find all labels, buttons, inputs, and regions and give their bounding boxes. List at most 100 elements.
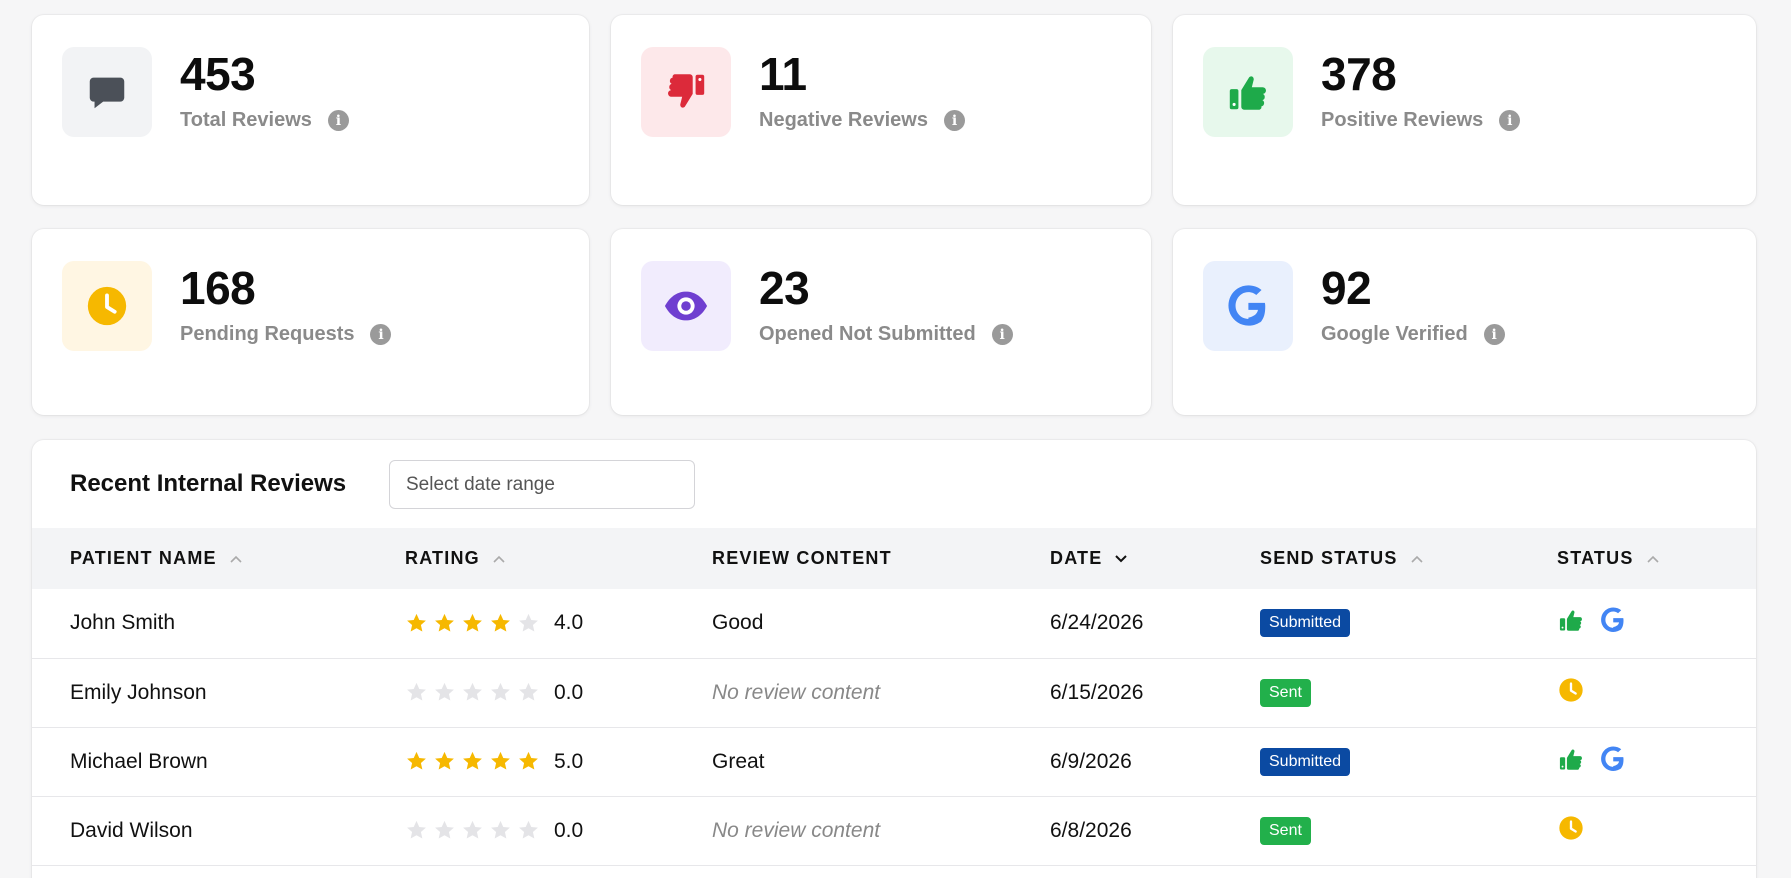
star-icon <box>433 750 456 773</box>
date-range-input[interactable] <box>389 460 695 509</box>
star-icon <box>489 681 512 704</box>
column-header[interactable]: REVIEW CONTENT <box>712 528 1050 589</box>
column-header[interactable]: DATE <box>1050 528 1260 589</box>
stat-label-text: Opened Not Submitted <box>759 323 976 345</box>
stats-grid: 453 Total Reviews i 11 Negative Reviews … <box>32 15 1756 415</box>
stat-value: 23 <box>759 262 810 314</box>
column-header[interactable]: PATIENT NAME <box>32 528 405 589</box>
star-rating <box>405 612 540 635</box>
star-icon <box>461 612 484 635</box>
stat-card-total-reviews: 453 Total Reviews i <box>32 15 589 205</box>
stat-label-text: Negative Reviews <box>759 109 928 131</box>
stat-label: Positive Reviews i <box>1321 109 1521 132</box>
chevron-up-icon[interactable] <box>1410 554 1424 564</box>
clock-icon <box>1557 814 1585 842</box>
column-header-label: REVIEW CONTENT <box>712 548 892 568</box>
rating-value: 0.0 <box>554 680 584 704</box>
stat-icon-box <box>641 261 731 351</box>
stat-icon-box <box>1203 261 1293 351</box>
info-icon[interactable]: i <box>1499 110 1521 131</box>
stat-label-text: Google Verified <box>1321 323 1468 345</box>
column-header-label: STATUS <box>1557 548 1634 568</box>
star-icon <box>433 819 456 842</box>
stat-card-opened-not-submitted: 23 Opened Not Submitted i <box>611 229 1151 415</box>
thumbs-up-icon <box>1557 606 1585 634</box>
google-icon <box>1599 745 1627 773</box>
star-icon <box>405 750 428 773</box>
chevron-up-icon[interactable] <box>1646 554 1660 564</box>
review-content: Great <box>712 749 765 773</box>
star-icon <box>489 750 512 773</box>
info-icon[interactable]: i <box>327 110 349 131</box>
chevron-up-icon[interactable] <box>229 554 243 564</box>
chevron-down-icon[interactable] <box>1114 554 1128 564</box>
send-status-badge: Sent <box>1260 816 1311 845</box>
rating-cell: 0.0 <box>405 658 712 727</box>
table-header-row: PATIENT NAME RATING REVIEW CONTENT DATE SEND… <box>32 528 1756 589</box>
star-icon <box>405 681 428 704</box>
stat-label: Pending Requests i <box>180 323 392 346</box>
recent-reviews-panel: Recent Internal Reviews PATIENT NAME RATI… <box>32 440 1756 878</box>
stat-icon-box <box>62 47 152 137</box>
thumbs-down-icon <box>663 69 709 115</box>
rating-cell: 5.0 <box>405 727 712 796</box>
table-body: John Smith 4.0 Good 6/24/2026 Submitted Emily… <box>32 589 1756 865</box>
info-icon[interactable]: i <box>991 324 1013 345</box>
clock-icon <box>1557 676 1585 704</box>
column-header[interactable]: RATING <box>405 528 712 589</box>
google-icon <box>1225 283 1271 329</box>
stat-card-google-verified: 92 Google Verified i <box>1173 229 1756 415</box>
info-icon[interactable]: i <box>943 110 965 131</box>
rating-value: 4.0 <box>554 611 584 635</box>
patient-name: John Smith <box>70 611 176 635</box>
table-row[interactable]: John Smith 4.0 Good 6/24/2026 Submitted <box>32 589 1756 658</box>
panel-title: Recent Internal Reviews <box>70 470 347 497</box>
info-icon[interactable]: i <box>1483 324 1505 345</box>
review-date: 6/8/2026 <box>1050 818 1132 842</box>
star-rating <box>405 681 540 704</box>
send-status-badge: Submitted <box>1260 609 1351 638</box>
send-status-badge: Sent <box>1260 678 1311 707</box>
table-row[interactable]: Emily Johnson 0.0 No review content 6/15/20… <box>32 658 1756 727</box>
reviews-table: PATIENT NAME RATING REVIEW CONTENT DATE SEND… <box>32 528 1756 866</box>
stat-label-text: Positive Reviews <box>1321 109 1484 131</box>
column-header-label: RATING <box>405 548 480 568</box>
stat-card-positive-reviews: 378 Positive Reviews i <box>1173 15 1756 205</box>
review-content: Good <box>712 611 764 635</box>
column-header[interactable]: SEND STATUS <box>1260 528 1557 589</box>
status-cell <box>1557 727 1756 796</box>
column-header[interactable]: STATUS <box>1557 528 1756 589</box>
chevron-up-icon[interactable] <box>492 554 506 564</box>
stat-value: 453 <box>180 48 256 100</box>
eye-icon <box>663 283 709 329</box>
stat-value: 11 <box>759 48 807 100</box>
column-header-label: SEND STATUS <box>1260 548 1398 568</box>
rating-cell: 4.0 <box>405 589 712 658</box>
send-status-cell: Submitted <box>1260 589 1557 658</box>
review-date: 6/15/2026 <box>1050 680 1144 704</box>
google-icon <box>1599 606 1627 634</box>
star-icon <box>517 612 540 635</box>
rating-cell: 0.0 <box>405 796 712 865</box>
status-cell <box>1557 658 1756 727</box>
thumbs-up-icon <box>1557 745 1585 773</box>
star-icon <box>461 681 484 704</box>
stat-label-text: Total Reviews <box>180 109 312 131</box>
thumbs-up-icon <box>1225 69 1271 115</box>
status-cell <box>1557 589 1756 658</box>
send-status-cell: Submitted <box>1260 727 1557 796</box>
star-icon <box>433 612 456 635</box>
patient-name: Michael Brown <box>70 749 208 773</box>
star-rating <box>405 819 540 842</box>
review-date: 6/9/2026 <box>1050 749 1132 773</box>
review-content: No review content <box>712 680 881 704</box>
review-content: No review content <box>712 818 881 842</box>
stat-icon-box <box>641 47 731 137</box>
table-row[interactable]: David Wilson 0.0 No review content 6/8/2026… <box>32 796 1756 865</box>
star-icon <box>405 612 428 635</box>
status-cell <box>1557 796 1756 865</box>
table-row[interactable]: Michael Brown 5.0 Great 6/9/2026 Submitted <box>32 727 1756 796</box>
stat-label: Google Verified i <box>1321 323 1505 346</box>
info-icon[interactable]: i <box>370 324 392 345</box>
send-status-badge: Submitted <box>1260 747 1351 776</box>
